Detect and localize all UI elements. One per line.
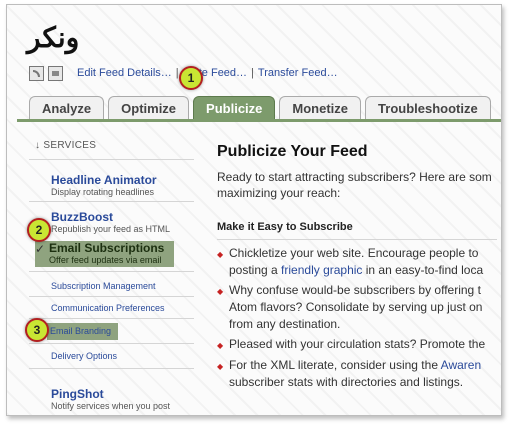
- divider: [29, 343, 194, 344]
- bullet-list: ◆ Chickletize your web site. Encourage p…: [217, 245, 501, 391]
- sidebar-item-title: BuzzBoost: [51, 210, 113, 224]
- sidebar-item-title: PingShot: [51, 387, 104, 401]
- list-item: ◆ Chickletize your web site. Encourage p…: [217, 245, 501, 279]
- sidebar-subitem-communication-preferences[interactable]: Communication Preferences: [51, 303, 196, 313]
- tab-analyze[interactable]: Analyze: [29, 96, 105, 119]
- sidebar-subitem-subscription-management[interactable]: Subscription Management: [51, 281, 196, 291]
- text: posting a: [229, 263, 282, 277]
- intro-line: Ready to start attracting subscribers? H…: [217, 170, 492, 184]
- list-item: ◆ Pleased with your circulation stats? P…: [217, 336, 501, 354]
- sidebar-item-desc: Notify services when you post: [51, 401, 171, 411]
- edit-feed-link[interactable]: Edit Feed Details…: [77, 67, 172, 79]
- sidebar-item-desc: Offer feed updates via email: [49, 255, 162, 265]
- step-badge-3: 3: [25, 318, 49, 342]
- awareness-link[interactable]: Awaren: [441, 358, 481, 372]
- sidebar-subitem-email-branding[interactable]: Email Branding: [47, 323, 118, 340]
- transfer-feed-link[interactable]: Transfer Feed…: [258, 67, 338, 79]
- page-icon[interactable]: [48, 65, 63, 81]
- divider: [29, 318, 194, 319]
- tab-publicize[interactable]: Publicize: [193, 96, 276, 119]
- list-item-text: posting a friendly graphic in an easy-to…: [229, 262, 483, 279]
- divider: [29, 201, 194, 202]
- sidebar-item-pingshot[interactable]: PingShot Notify services when you post: [51, 387, 196, 411]
- list-item: ◆ Why confuse would-be subscribers by of…: [217, 282, 501, 333]
- divider: [29, 368, 194, 369]
- divider: [217, 239, 497, 240]
- friendly-graphic-link[interactable]: friendly graphic: [281, 263, 362, 277]
- main-content: Publicize Your Feed Ready to start attra…: [217, 143, 501, 394]
- step-badge-2: 2: [27, 218, 51, 242]
- intro-text: Ready to start attracting subscribers? H…: [217, 169, 501, 201]
- sidebar-item-desc: Republish your feed as HTML: [51, 224, 171, 234]
- page-title: Publicize Your Feed: [217, 143, 368, 160]
- services-sidebar: ↓ SERVICES: [29, 140, 194, 160]
- section-heading: Make it Easy to Subscribe: [217, 221, 353, 233]
- list-item-text: Atom flavors? Consolidate by serving up …: [229, 300, 483, 314]
- tab-underline: [17, 119, 501, 122]
- text: For the XML literate, consider using the: [229, 358, 441, 372]
- divider: [29, 271, 194, 272]
- sidebar-item-headline-animator[interactable]: Headline Animator Display rotating headl…: [51, 173, 196, 197]
- divider: [29, 296, 194, 297]
- sidebar-item-title: Email Subscriptions: [49, 241, 165, 255]
- list-item-text: Pleased with your circulation stats? Pro…: [229, 337, 486, 351]
- feed-icon[interactable]: [29, 65, 44, 81]
- tab-troubleshootize[interactable]: Troubleshootize: [365, 96, 491, 119]
- separator: |: [251, 67, 254, 79]
- tab-monetize[interactable]: Monetize: [279, 96, 362, 119]
- text: in an easy-to-find loca: [362, 263, 484, 277]
- main-tabs: Analyze Optimize Publicize Monetize Trou…: [29, 96, 495, 119]
- services-heading: ↓ SERVICES: [35, 140, 97, 151]
- bullet-icon: ◆: [217, 250, 224, 259]
- sidebar-subitem-delivery-options[interactable]: Delivery Options: [51, 351, 196, 361]
- sidebar-item-buzzboost[interactable]: BuzzBoost Republish your feed as HTML: [51, 210, 196, 234]
- intro-line: maximizing your reach:: [217, 186, 341, 200]
- list-item-text: For the XML literate, consider using the…: [229, 357, 481, 374]
- sidebar-item-email-subscriptions[interactable]: ✓ Email Subscriptions Offer feed updates…: [35, 241, 174, 267]
- step-badge-1: 1: [179, 66, 203, 90]
- screenshot-frame: ونكر Edit Feed Details… | ete Feed… | Tr…: [6, 4, 502, 416]
- sidebar-item-desc: Display rotating headlines: [51, 187, 155, 197]
- divider: [29, 159, 194, 160]
- tab-optimize[interactable]: Optimize: [108, 96, 190, 119]
- list-item-text: subscriber stats with directories and li…: [229, 375, 464, 389]
- list-item-text: from any destination.: [229, 317, 341, 331]
- list-item-text: Chickletize your web site. Encourage peo…: [229, 246, 479, 260]
- check-icon: ✓: [35, 242, 46, 256]
- bullet-icon: ◆: [217, 341, 224, 350]
- list-item-text: Why confuse would-be subscribers by offe…: [229, 283, 481, 297]
- sidebar-item-title: Headline Animator: [51, 173, 157, 187]
- list-item: ◆ For the XML literate, consider using t…: [217, 357, 501, 391]
- feed-title: ونكر: [27, 21, 80, 54]
- bullet-icon: ◆: [217, 287, 224, 296]
- bullet-icon: ◆: [217, 362, 224, 371]
